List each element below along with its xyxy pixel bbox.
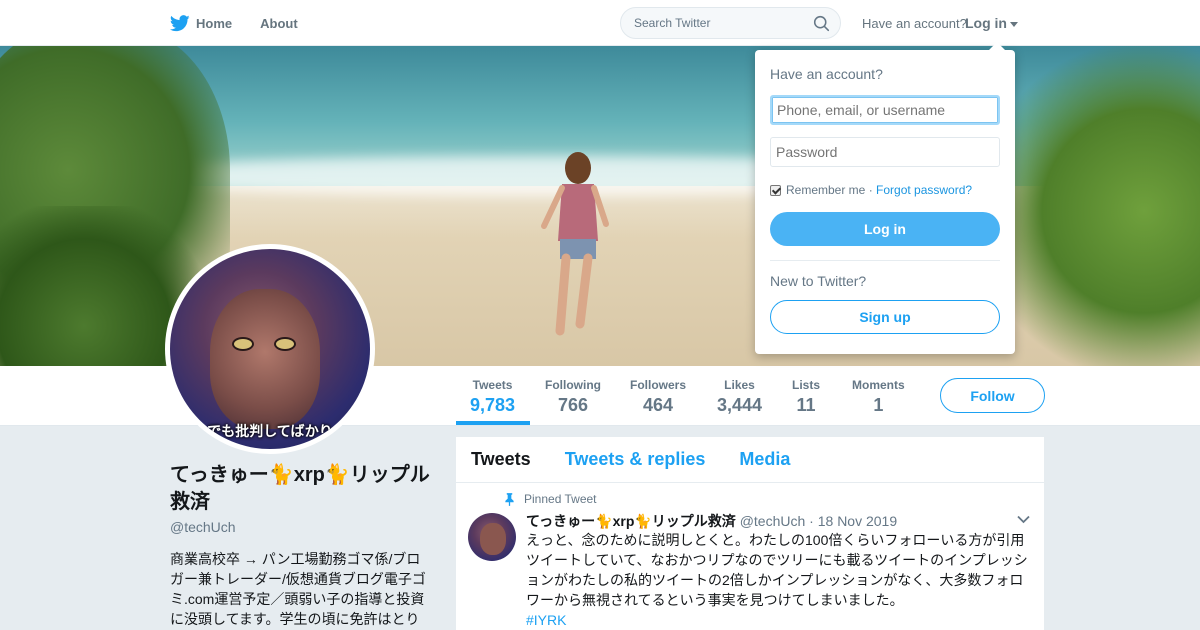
- stat-lists[interactable]: Lists 11: [792, 378, 820, 416]
- stat-label: Followers: [630, 378, 687, 392]
- dropdown-title: Have an account?: [770, 66, 883, 82]
- stat-value: 3,444: [717, 395, 763, 415]
- nav-left: Home About: [170, 0, 326, 46]
- login-button[interactable]: Log in: [770, 212, 1000, 246]
- avatar-caption: でも批判してばかり: [207, 423, 333, 439]
- have-account-text: Have an account?: [862, 16, 967, 31]
- chevron-down-icon[interactable]: [1017, 515, 1030, 524]
- stat-value: 9,783: [470, 395, 516, 415]
- stat-label: Likes: [724, 378, 755, 392]
- stat-value: 1: [873, 395, 884, 415]
- pin-icon: [505, 492, 514, 506]
- tweet-author-handle[interactable]: @techUch: [740, 513, 806, 529]
- chevron-down-icon: [1010, 21, 1018, 27]
- tweet-text: えっと、念のために説明しとくと。わたしの100倍くらいフォローいる方が引用ツイー…: [526, 532, 1028, 608]
- login-toggle-label: Log in: [965, 15, 1007, 31]
- nav-home[interactable]: Home: [170, 14, 233, 32]
- nav-about[interactable]: About: [260, 16, 298, 31]
- stat-followers[interactable]: Followers 464: [630, 378, 686, 416]
- remember-separator: ·: [865, 183, 877, 197]
- new-to-twitter-label: New to Twitter?: [770, 273, 867, 289]
- search-box[interactable]: Search Twitter: [620, 7, 841, 39]
- login-dropdown: Have an account? Remember me · Forgot pa…: [755, 42, 1015, 354]
- remember-row: Remember me · Forgot password?: [770, 183, 972, 197]
- username-input[interactable]: [770, 95, 1000, 125]
- tweet-author-name[interactable]: てっきゅー🐈xrp🐈リップル救済: [526, 513, 736, 529]
- pinned-label: Pinned Tweet: [524, 492, 597, 506]
- stat-moments[interactable]: Moments 1: [852, 378, 905, 416]
- avatar-eye-right: [274, 337, 296, 351]
- nav-home-label: Home: [196, 15, 233, 31]
- tab-tweets-replies[interactable]: Tweets & replies: [565, 449, 706, 470]
- tab-tweets[interactable]: Tweets: [471, 449, 531, 470]
- nav-about-label: About: [260, 15, 298, 31]
- search-input[interactable]: Search Twitter: [634, 16, 710, 30]
- dropdown-divider: [770, 260, 1000, 261]
- avatar-eye-left: [232, 337, 254, 351]
- follow-button[interactable]: Follow: [940, 378, 1045, 413]
- tweet-hashtag[interactable]: #IYRK: [526, 612, 566, 628]
- stat-label: Moments: [852, 378, 905, 392]
- remember-checkbox[interactable]: [770, 184, 781, 196]
- avatar-face: [210, 289, 320, 429]
- profile-name[interactable]: てっきゅー🐈xrp🐈リップル救済: [170, 462, 430, 516]
- search-icon[interactable]: [813, 15, 830, 32]
- avatar-image: でも批判してばかり: [170, 249, 370, 449]
- forgot-password-link[interactable]: Forgot password?: [876, 183, 972, 197]
- dropdown-arrow: [989, 42, 1005, 50]
- stat-following[interactable]: Following 766: [545, 378, 601, 416]
- tweet-date[interactable]: 18 Nov 2019: [818, 513, 897, 529]
- profile-handle[interactable]: @techUch: [170, 519, 236, 535]
- signup-button[interactable]: Sign up: [770, 300, 1000, 334]
- stat-label: Lists: [792, 378, 821, 392]
- tweet-body: えっと、念のために説明しとくと。わたしの100倍くらいフォローいる方が引用ツイー…: [526, 530, 1032, 630]
- tweet-avatar[interactable]: [468, 513, 516, 561]
- profile-bio: 商業高校卒 → パン工場勤務ゴマ係/ブロガー兼トレーダー/仮想通貨ブログ電子ゴミ…: [170, 551, 426, 627]
- stat-label: Following: [545, 378, 601, 392]
- timeline-tabs: Tweets Tweets & replies Media: [456, 437, 1044, 483]
- profile-avatar[interactable]: でも批判してばかり: [165, 244, 375, 454]
- remember-label[interactable]: Remember me: [786, 183, 865, 197]
- active-tab-underline: [456, 421, 530, 425]
- tweet-avatar-face: [480, 523, 506, 555]
- tweet-header: てっきゅー🐈xrp🐈リップル救済 @techUch · 18 Nov 2019: [526, 511, 897, 531]
- login-dropdown-toggle[interactable]: Log in: [965, 15, 1018, 31]
- banner-foliage-right: [1000, 46, 1200, 366]
- stat-label: Tweets: [472, 378, 513, 392]
- banner-running-girl: [541, 152, 609, 336]
- password-input[interactable]: [770, 137, 1000, 167]
- stat-likes[interactable]: Likes 3,444: [717, 378, 762, 416]
- tweet-separator: ·: [809, 513, 818, 529]
- twitter-bird-icon: [170, 14, 190, 31]
- top-navigation: Home About Search Twitter Have an accoun…: [0, 0, 1200, 46]
- tab-media[interactable]: Media: [739, 449, 790, 470]
- timeline: Tweets Tweets & replies Media Pinned Twe…: [456, 437, 1044, 630]
- stat-tweets[interactable]: Tweets 9,783: [470, 378, 515, 416]
- pinned-indicator: Pinned Tweet: [504, 492, 597, 506]
- stat-value: 464: [642, 395, 674, 415]
- stat-value: 11: [796, 395, 816, 415]
- stat-value: 766: [557, 395, 589, 415]
